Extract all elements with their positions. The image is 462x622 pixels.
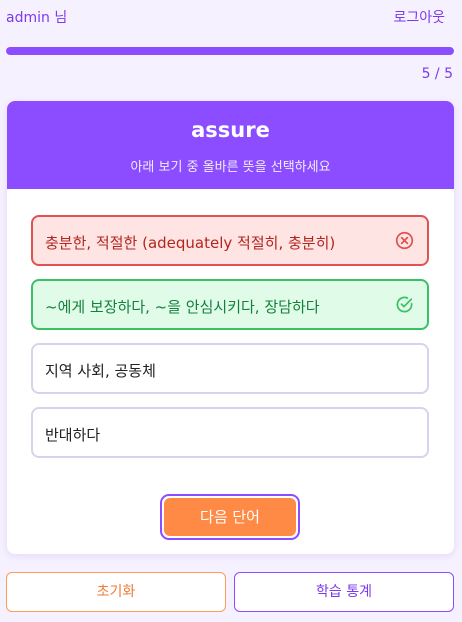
user-greeting: admin 님	[6, 10, 68, 26]
answer-option-label: ~에게 보장하다, ~을 안심시키다, 장담하다	[45, 298, 320, 316]
answer-option-label: 충분한, 적절한 (adequately 적절히, 충분히)	[45, 234, 336, 252]
quiz-card-header: assure 아래 보기 중 올바른 뜻을 선택하세요	[7, 101, 454, 189]
answer-option-label: 반대하다	[45, 426, 101, 444]
answer-option-1[interactable]: 충분한, 적절한 (adequately 적절히, 충분히)	[31, 215, 429, 266]
next-word-button-label: 다음 단어	[164, 498, 296, 536]
study-stats-button[interactable]: 학습 통계	[234, 572, 454, 612]
progress-bar-fill	[6, 47, 454, 55]
answer-option-2[interactable]: ~에게 보장하다, ~을 안심시키다, 장담하다	[31, 279, 429, 330]
quiz-word: assure	[191, 118, 270, 142]
x-circle-icon	[395, 231, 414, 250]
logout-link[interactable]: 로그아웃	[393, 7, 445, 27]
progress-bar	[6, 47, 454, 55]
quiz-card: assure 아래 보기 중 올바른 뜻을 선택하세요 충분한, 적절한 (ad…	[7, 101, 454, 554]
next-word-button[interactable]: 다음 단어	[160, 494, 300, 540]
quiz-instruction: 아래 보기 중 올바른 뜻을 선택하세요	[130, 160, 331, 175]
answer-option-4[interactable]: 반대하다	[31, 407, 429, 458]
top-bar: admin 님 로그아웃	[0, 0, 462, 34]
reset-button[interactable]: 초기화	[6, 572, 226, 612]
answer-option-label: 지역 사회, 공동체	[45, 362, 156, 380]
check-circle-icon	[396, 296, 413, 313]
progress-counter: 5 / 5	[421, 66, 453, 82]
answer-option-3[interactable]: 지역 사회, 공동체	[31, 343, 429, 394]
